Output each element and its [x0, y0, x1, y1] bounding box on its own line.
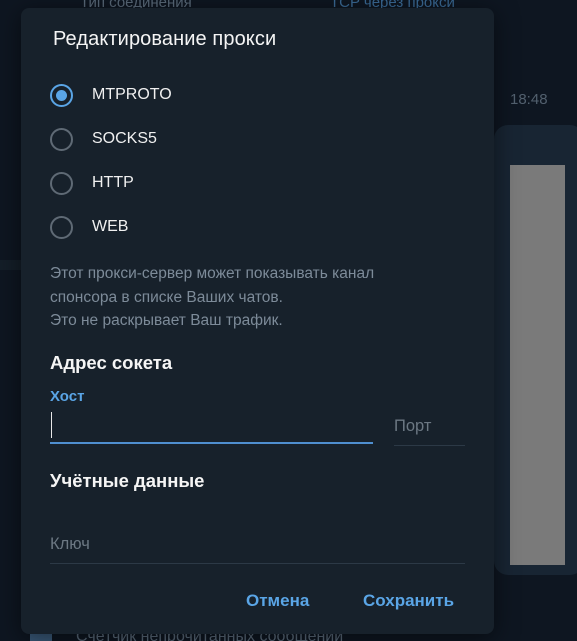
host-field-label: Хост	[50, 388, 85, 405]
credentials-section-heading: Учётные данные	[50, 470, 205, 491]
socket-section-heading: Адрес сокета	[50, 352, 173, 373]
radio-option-http[interactable]: HTTP	[50, 168, 134, 198]
info-line: спонсора в списке Ваших чатов.	[50, 288, 283, 306]
radio-http-label: HTTP	[92, 174, 134, 191]
radio-option-socks5[interactable]: SOCKS5	[50, 124, 157, 154]
key-input[interactable]	[50, 526, 465, 564]
sponsor-info-text: Этот прокси-сервер может показывать кана…	[50, 262, 450, 333]
radio-option-web[interactable]: WEB	[50, 212, 128, 242]
port-input[interactable]	[394, 408, 465, 446]
text-caret	[51, 412, 52, 438]
radio-mtproto-icon[interactable]	[50, 83, 73, 107]
edit-proxy-dialog: Редактирование прокси MTPROTO SOCKS5 HTT…	[21, 8, 494, 634]
save-button[interactable]: Сохранить	[363, 586, 454, 616]
radio-socks5-icon[interactable]	[50, 127, 73, 151]
host-input[interactable]	[50, 408, 373, 444]
radio-http-icon[interactable]	[50, 171, 73, 195]
background-media-preview	[510, 165, 565, 565]
cancel-button[interactable]: Отмена	[246, 586, 309, 616]
radio-web-label: WEB	[92, 218, 129, 235]
radio-web-icon[interactable]	[50, 215, 73, 239]
dialog-title: Редактирование прокси	[53, 28, 277, 50]
radio-option-mtproto[interactable]: MTPROTO	[50, 80, 172, 110]
info-line: Это не раскрывает Ваш трафик.	[50, 312, 283, 329]
radio-mtproto-label: MTPROTO	[92, 86, 172, 103]
info-line: Этот прокси-сервер может показывать кана…	[50, 265, 375, 282]
background-message-time: 18:48	[510, 91, 548, 108]
radio-socks5-label: SOCKS5	[92, 130, 157, 147]
